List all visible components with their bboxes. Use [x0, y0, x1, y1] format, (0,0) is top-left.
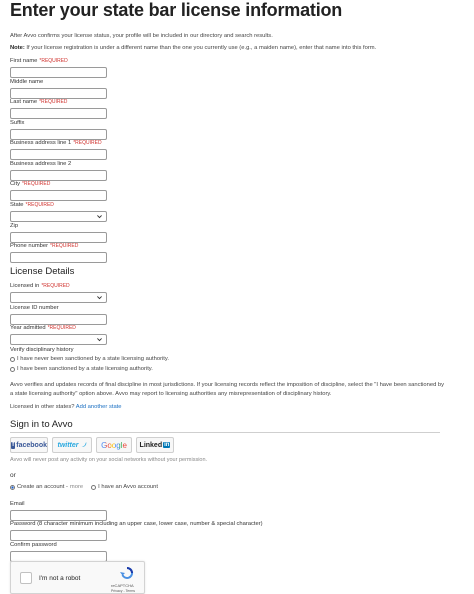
never-sanctioned-option[interactable]: I have never been sanctioned by a state …	[10, 356, 169, 362]
linkedin-icon: in	[163, 442, 171, 448]
create-account-radio[interactable]	[10, 484, 15, 490]
chevron-down-icon	[97, 296, 102, 300]
email-input[interactable]	[10, 510, 107, 521]
required-marker: *REQUIRED	[39, 58, 68, 64]
city-input[interactable]	[10, 190, 107, 201]
password-input[interactable]	[10, 530, 107, 541]
licensed-in-select[interactable]	[10, 292, 107, 303]
note-body: If your license registration is under a …	[24, 45, 377, 51]
required-marker: *REQUIRED	[21, 181, 51, 187]
middle-name-input[interactable]	[10, 88, 107, 99]
phone-label: Phone number *REQUIRED	[10, 243, 79, 249]
recaptcha-label: I'm not a robot	[39, 575, 81, 582]
middle-name-label: Middle name	[10, 79, 44, 85]
facebook-label: facebook	[16, 441, 47, 449]
year-admitted-label: Year admitted *REQUIRED	[10, 325, 76, 331]
other-states-row: Licensed in other states? Add another st…	[10, 404, 122, 410]
last-name-label: Last name *REQUIRED	[10, 99, 68, 105]
page-title: Enter your state bar license information	[10, 0, 343, 20]
required-marker: *REQUIRED	[73, 140, 102, 146]
address2-input[interactable]	[10, 170, 107, 181]
never-sanctioned-label: I have never been sanctioned by a state …	[17, 356, 169, 362]
suffix-label: Suffix	[10, 120, 25, 126]
last-name-input[interactable]	[10, 108, 107, 119]
confirm-password-label: Confirm password	[10, 542, 57, 548]
email-label: Email	[10, 501, 25, 507]
been-sanctioned-label: I have been sanctioned by a state licens…	[17, 366, 153, 372]
address2-label: Business address line 2	[10, 161, 72, 167]
facebook-icon: f	[11, 441, 16, 449]
add-another-state-link[interactable]: Add another state	[76, 404, 122, 410]
zip-label: Zip	[10, 223, 19, 229]
note-text: Note: If your license registration is un…	[10, 45, 376, 51]
licensed-in-label: Licensed in *REQUIRED	[10, 283, 70, 289]
have-account-label: I have an Avvo account	[98, 484, 158, 490]
suffix-input[interactable]	[10, 129, 107, 140]
first-name-label: First name *REQUIRED	[10, 58, 68, 64]
create-account-label: Create an account -	[17, 484, 68, 490]
recaptcha-checkbox[interactable]	[20, 572, 32, 584]
account-choice-row: Create an account - more I have an Avvo …	[10, 484, 158, 490]
intro-text: After Avvo confirms your license status,…	[10, 33, 273, 39]
required-marker: *REQUIRED	[39, 99, 68, 105]
note-label: Note:	[10, 45, 25, 51]
recaptcha-terms[interactable]: Privacy - Terms	[111, 589, 135, 593]
disclaimer-line-2: a state licensing authority" option abov…	[10, 391, 332, 397]
twitter-button[interactable]: twitter	[52, 437, 92, 453]
section-divider	[10, 432, 440, 433]
phone-input[interactable]	[10, 252, 107, 263]
required-marker: *REQUIRED	[50, 243, 79, 249]
first-name-input[interactable]	[10, 67, 107, 78]
required-marker: *REQUIRED	[41, 283, 70, 289]
zip-input[interactable]	[10, 232, 107, 243]
google-label: Google	[101, 440, 127, 450]
verify-history-label: Verify disciplinary history	[10, 347, 74, 353]
address1-label: Business address line 1 *REQUIRED	[10, 140, 102, 146]
state-label: State *REQUIRED	[10, 202, 54, 208]
linkedin-button[interactable]: Linked in	[136, 437, 174, 453]
recaptcha-logo-icon	[120, 566, 134, 579]
never-sanctioned-radio[interactable]	[10, 356, 15, 362]
been-sanctioned-option[interactable]: I have been sanctioned by a state licens…	[10, 366, 153, 372]
license-id-label: License ID number	[10, 305, 59, 311]
twitter-label: twitter	[57, 441, 79, 449]
recaptcha-widget: I'm not a robot reCAPTCHA Privacy - Term…	[10, 561, 145, 594]
city-label: City *REQUIRED	[10, 181, 51, 187]
required-marker: *REQUIRED	[25, 202, 54, 208]
twitter-bird-icon	[80, 442, 87, 447]
linkedin-label: Linked	[139, 441, 163, 449]
sign-in-heading: Sign in to Avvo	[10, 419, 73, 430]
disclaimer-line-1: Avvo verifies and updates records of fin…	[10, 382, 445, 388]
license-id-input[interactable]	[10, 314, 107, 325]
state-select[interactable]	[10, 211, 107, 222]
facebook-button[interactable]: f facebook	[10, 437, 48, 453]
or-label: or	[10, 472, 16, 479]
year-admitted-select[interactable]	[10, 334, 107, 345]
chevron-down-icon	[97, 215, 102, 219]
google-button[interactable]: Google	[96, 437, 132, 453]
chevron-down-icon	[97, 338, 102, 342]
license-details-heading: License Details	[10, 266, 75, 277]
password-label: Password (8 character minimum including …	[10, 521, 263, 527]
have-account-radio[interactable]	[91, 484, 97, 490]
required-marker: *REQUIRED	[47, 325, 76, 331]
recaptcha-brand: reCAPTCHA	[111, 583, 134, 588]
address1-input[interactable]	[10, 149, 107, 160]
been-sanctioned-radio[interactable]	[10, 366, 15, 372]
social-privacy-note: Avvo will never post any activity on you…	[10, 457, 208, 463]
more-link[interactable]: more	[70, 484, 83, 490]
other-states-label: Licensed in other states?	[10, 404, 75, 410]
